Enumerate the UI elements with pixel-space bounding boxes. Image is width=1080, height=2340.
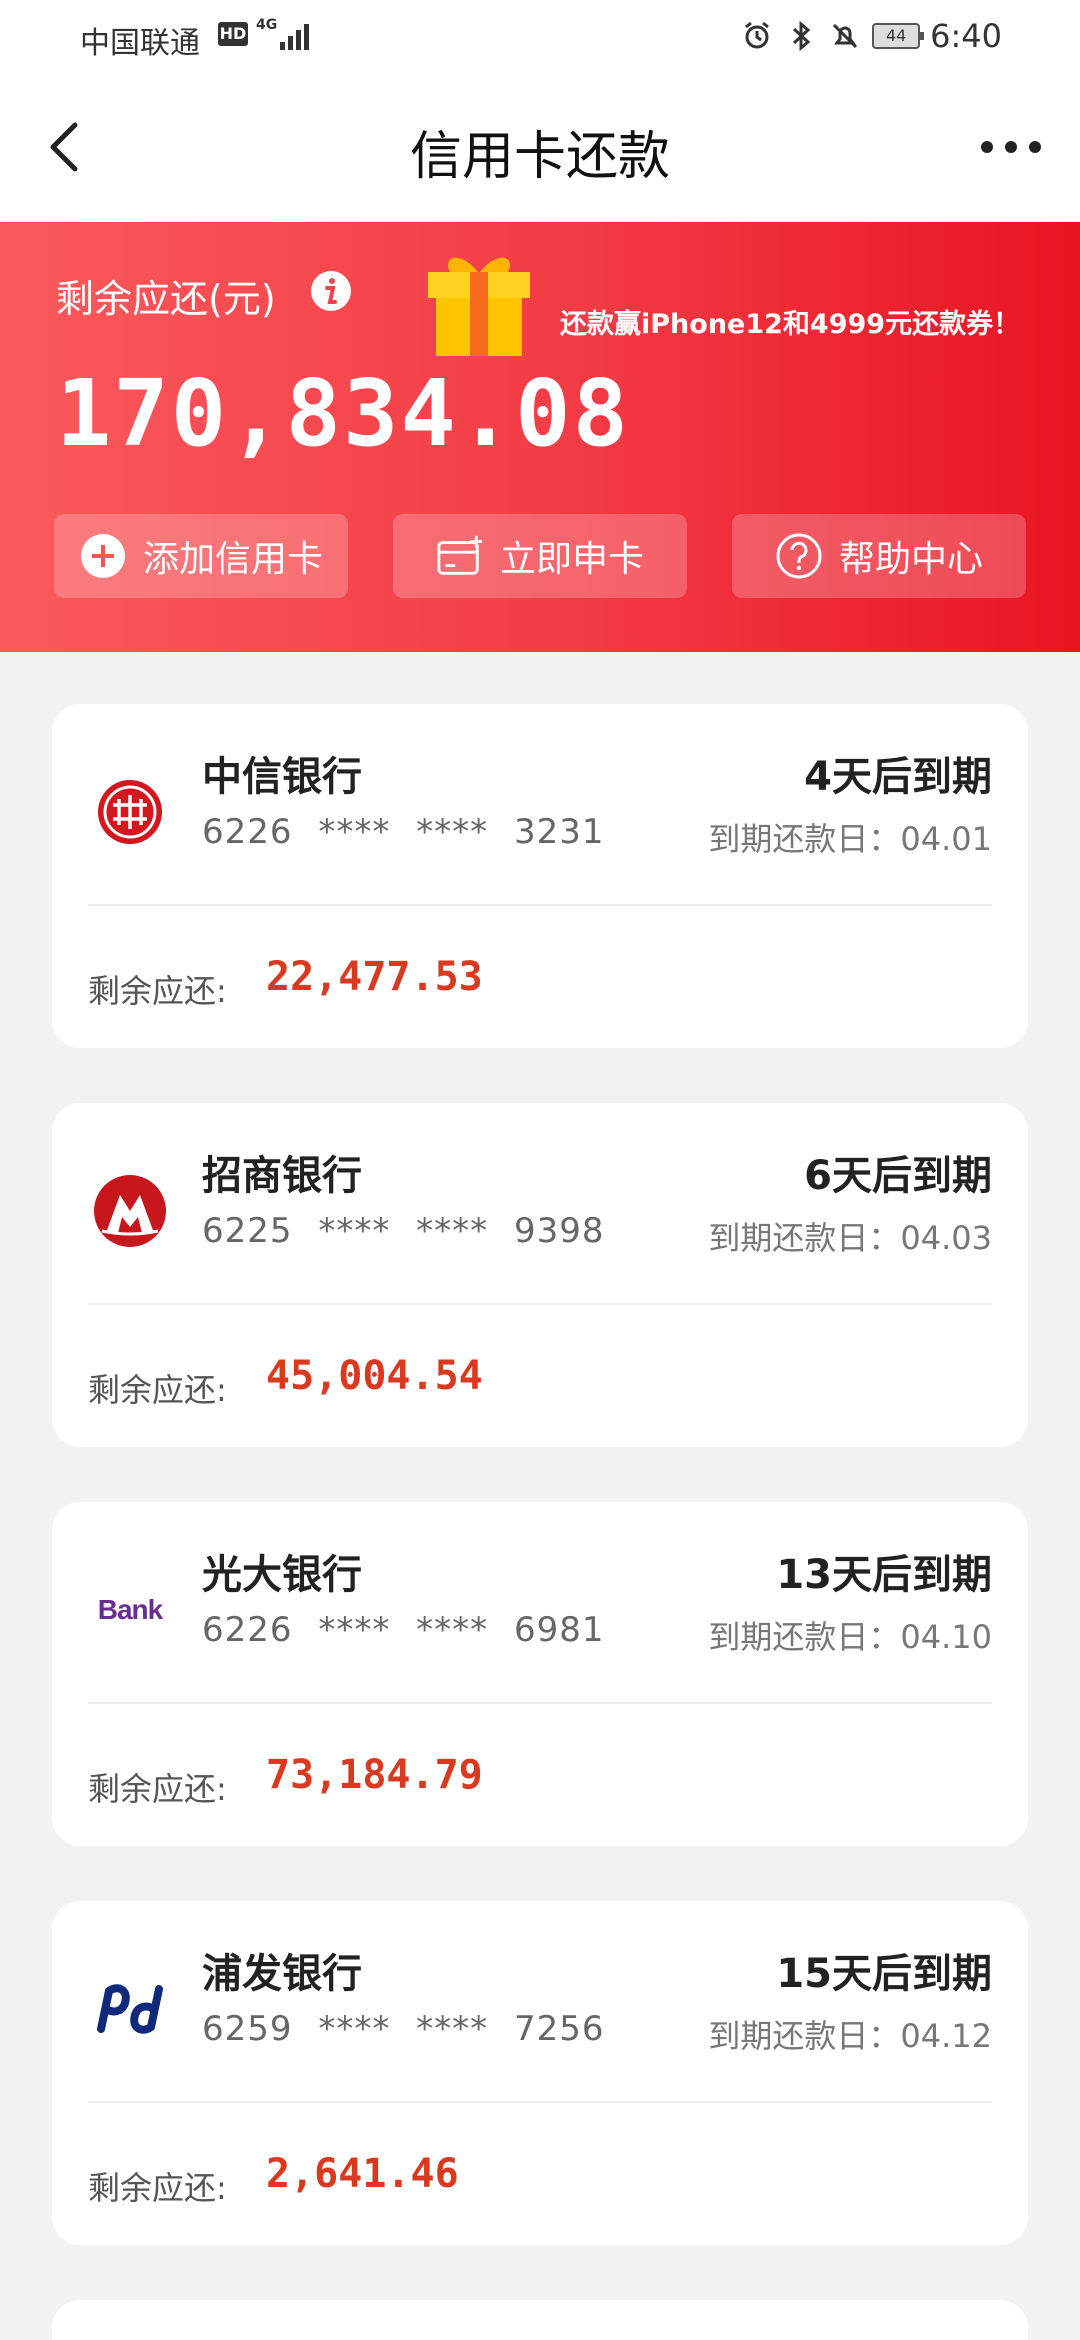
credit-card-item[interactable]: Bank 光大银行 6226 **** **** 6981 13天后到期 到期还… (52, 1502, 1028, 1846)
bank-name: 招商银行 (202, 1153, 362, 1199)
alarm-icon (740, 19, 774, 53)
info-icon[interactable] (310, 270, 352, 312)
due-status: 15天后到期 (776, 1951, 992, 1997)
plus-circle-icon (79, 532, 127, 580)
due-status: 13天后到期 (776, 1552, 992, 1598)
spdb-logo (88, 1967, 172, 2051)
credit-card-item[interactable]: 招商银行 6225 **** **** 9398 6天后到期 到期还款日：04.… (52, 1103, 1028, 1447)
card-remain-label: 剩余应还: (88, 1770, 227, 1808)
due-date: 到期还款日：04.12 (708, 2017, 992, 2055)
bank-name: 中信银行 (202, 754, 362, 800)
network-label: 4G (256, 17, 278, 33)
ceb-logo: Bank (88, 1568, 172, 1652)
status-icons: 44 6:40 (740, 12, 1002, 60)
citic-logo (88, 770, 172, 854)
add-card-label: 添加信用卡 (142, 539, 323, 580)
promo-text[interactable]: 还款赢iPhone12和4999元还款券！ (560, 302, 1020, 341)
due-date: 到期还款日：04.10 (708, 1618, 992, 1656)
more-dot (981, 141, 993, 153)
more-button[interactable] (966, 112, 1056, 182)
status-bar: 中国联通 HD 4G 44 6:40 (0, 0, 1080, 72)
divider (88, 2101, 992, 2103)
card-remain-label: 剩余应还: (88, 1371, 227, 1409)
signal-icon (280, 20, 312, 50)
card-add-icon (436, 532, 484, 580)
help-icon (775, 532, 823, 580)
help-center-button[interactable]: 帮助中心 (732, 514, 1026, 598)
summary-banner: 剩余应还(元) 还款赢iPhone12和4999元还款券！ 170,834.08… (0, 222, 1080, 652)
card-number: 6225 **** **** 9398 (202, 1211, 605, 1251)
card-remain-amount: 73,184.79 (266, 1752, 483, 1798)
apply-card-button[interactable]: 立即申卡 (393, 514, 687, 598)
apply-card-label: 立即申卡 (499, 539, 644, 580)
due-date: 到期还款日：04.01 (708, 820, 992, 858)
due-status: 6天后到期 (804, 1153, 992, 1199)
gift-icon[interactable] (420, 242, 538, 362)
credit-card-item[interactable]: 浦发银行 6259 **** **** 7256 15天后到期 到期还款日：04… (52, 1901, 1028, 2245)
divider (88, 1303, 992, 1305)
page-title: 信用卡还款 (409, 127, 670, 187)
card-remain-amount: 2,641.46 (266, 2151, 459, 2197)
remain-label: 剩余应还(元) (56, 277, 276, 321)
card-remain-label: 剩余应还: (88, 972, 227, 1010)
more-dot (1005, 141, 1017, 153)
nav-bar: 信用卡还款 (0, 72, 1080, 222)
due-status: 4天后到期 (804, 754, 992, 800)
due-date: 到期还款日：04.03 (708, 1219, 992, 1257)
credit-card-item-partial[interactable] (52, 2300, 1028, 2340)
divider (88, 1702, 992, 1704)
card-number: 6226 **** **** 3231 (202, 812, 605, 852)
mute-bell-icon (828, 19, 862, 53)
more-dot (1029, 141, 1041, 153)
bank-name: 光大银行 (202, 1552, 362, 1598)
total-amount: 170,834.08 (56, 360, 630, 467)
carrier-label: 中国联通 (80, 26, 200, 61)
ceb-logo-text: Bank (97, 1594, 163, 1625)
card-number: 6226 **** **** 6981 (202, 1610, 605, 1650)
help-center-label: 帮助中心 (838, 539, 983, 580)
card-number: 6259 **** **** 7256 (202, 2009, 605, 2049)
clock: 6:40 (930, 17, 1002, 55)
bluetooth-icon (784, 19, 818, 53)
add-card-button[interactable]: 添加信用卡 (54, 514, 348, 598)
card-remain-amount: 22,477.53 (266, 954, 483, 1000)
battery-icon: 44 (872, 23, 925, 49)
card-remain-amount: 45,004.54 (266, 1353, 483, 1399)
card-remain-label: 剩余应还: (88, 2169, 227, 2207)
credit-card-item[interactable]: 中信银行 6226 **** **** 3231 4天后到期 到期还款日：04.… (52, 704, 1028, 1048)
divider (88, 904, 992, 906)
bank-name: 浦发银行 (202, 1951, 362, 1997)
hd-badge: HD (218, 22, 248, 46)
cmb-logo (88, 1169, 172, 1253)
